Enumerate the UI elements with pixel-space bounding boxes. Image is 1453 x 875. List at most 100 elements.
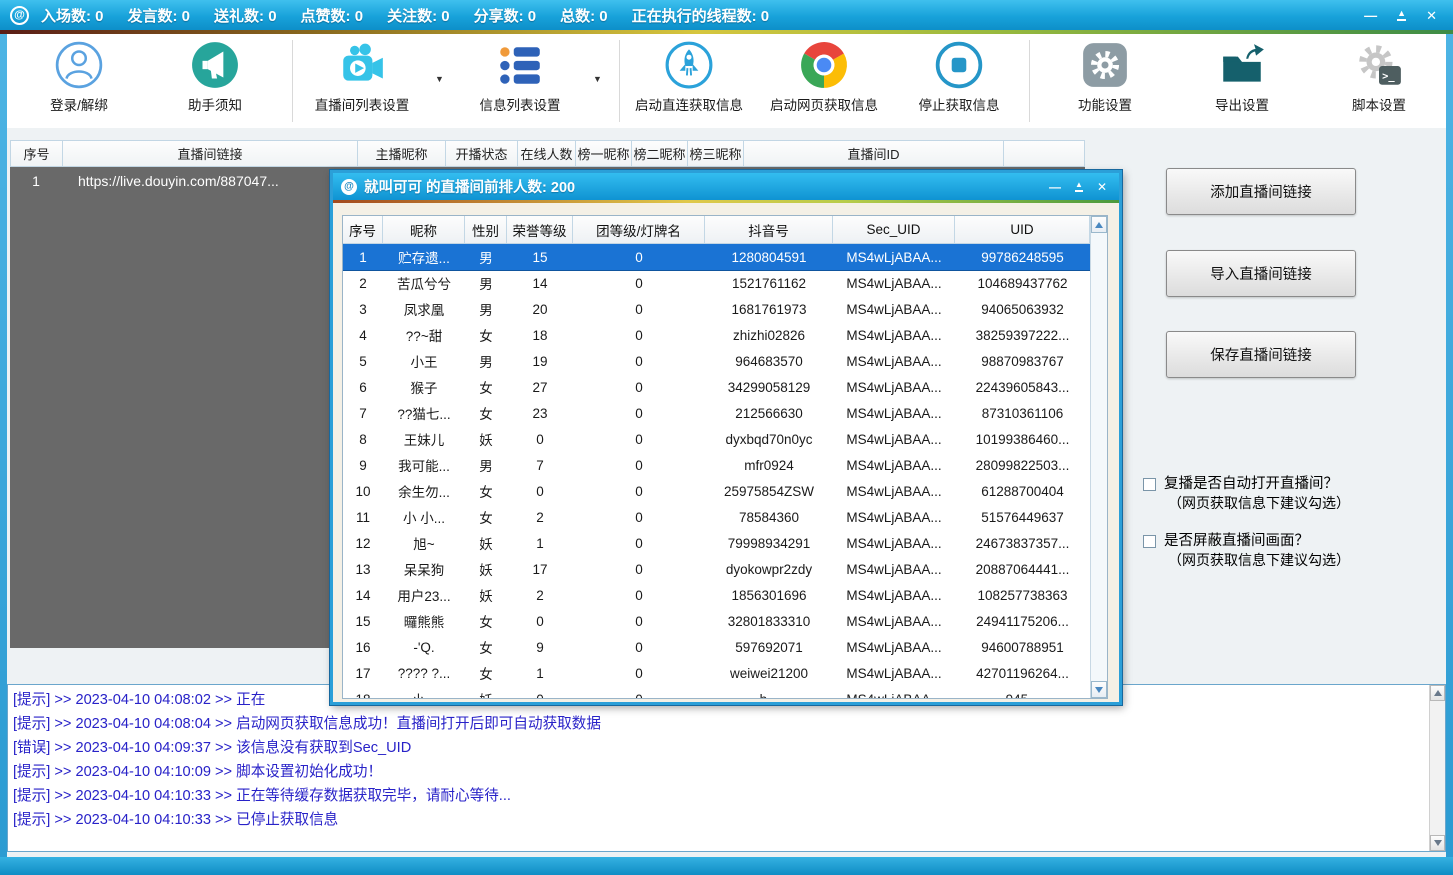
viewer-table-row[interactable]: 10余生勿...女0025975854ZSWMS4wLjABAA...61288… — [343, 478, 1090, 504]
viewer-table: 序号昵称性别荣誉等级团等级/灯牌名抖音号Sec_UIDUID 1贮存遗...男1… — [342, 215, 1108, 699]
viewer-scroll-up-icon[interactable] — [1091, 216, 1107, 233]
minimize-button[interactable]: — — [1364, 9, 1377, 22]
cell: 3 — [343, 296, 383, 322]
dropdown-arrow-icon[interactable]: ▼ — [435, 74, 444, 84]
cell: 23 — [507, 400, 573, 426]
cell: 94600788951 — [955, 634, 1090, 660]
cell: 0 — [573, 556, 705, 582]
viewer-table-scrollbar[interactable] — [1090, 216, 1107, 698]
hide-room-screen-note: （网页获取信息下建议勾选） — [1168, 551, 1443, 570]
column-header[interactable]: Sec_UID — [833, 216, 955, 243]
cell: 212566630 — [705, 400, 833, 426]
toolbar-item-script[interactable]: >_脚本设置 — [1319, 38, 1439, 114]
toolbar-item-notice[interactable]: 助手须知 — [155, 38, 275, 114]
viewer-table-row[interactable]: 13呆呆狗妖170dyokowpr2zdyMS4wLjABAA...208870… — [343, 556, 1090, 582]
cell: MS4wLjABAA... — [833, 296, 955, 322]
viewer-table-row[interactable]: 4??~甜女180zhizhi02826MS4wLjABAA...3825939… — [343, 322, 1090, 348]
toolbar-item-info-list[interactable]: 信息列表设置 — [460, 38, 580, 114]
cell: 0 — [573, 608, 705, 634]
toolbar-item-stop[interactable]: 停止获取信息 — [899, 38, 1019, 114]
cell: 78584360 — [705, 504, 833, 530]
cell: 0 — [507, 426, 573, 452]
hide-room-screen-checkbox-group[interactable]: 是否屏蔽直播间画面？ （网页获取信息下建议勾选） — [1143, 532, 1443, 570]
column-header[interactable]: 性别 — [465, 216, 507, 243]
viewer-table-header: 序号昵称性别荣誉等级团等级/灯牌名抖音号Sec_UIDUID — [343, 216, 1107, 244]
column-header[interactable]: 主播昵称 — [358, 141, 446, 166]
cell: 4 — [343, 322, 383, 348]
column-header[interactable]: 直播间链接 — [63, 141, 358, 166]
column-header[interactable]: 开播状态 — [446, 141, 518, 166]
viewer-table-row[interactable]: 16-'Q.女90597692071MS4wLjABAA...946007889… — [343, 634, 1090, 660]
hide-room-screen-checkbox[interactable] — [1143, 535, 1156, 548]
cell: 14 — [507, 270, 573, 296]
viewer-table-row[interactable]: 12旭~妖1079998934291MS4wLjABAA...246738373… — [343, 530, 1090, 556]
cell: 108257738363 — [955, 582, 1090, 608]
viewer-table-row[interactable]: 1贮存遗...男1501280804591MS4wLjABAA...997862… — [343, 244, 1090, 270]
viewer-scroll-down-icon[interactable] — [1091, 681, 1107, 698]
column-header[interactable]: 抖音号 — [705, 216, 833, 243]
close-button[interactable]: ✕ — [1426, 9, 1437, 22]
viewer-table-row[interactable]: 15曪熊熊女0032801833310MS4wLjABAA...24941175… — [343, 608, 1090, 634]
log-scrollbar[interactable] — [1429, 685, 1445, 851]
toolbar-item-label: 停止获取信息 — [899, 94, 1019, 114]
cell: 38259397222... — [955, 322, 1090, 348]
titlebar-stat: 总数: 0 — [560, 5, 608, 26]
column-header[interactable]: 榜三昵称 — [688, 141, 744, 166]
log-scroll-up-icon[interactable] — [1430, 685, 1445, 701]
log-line: [提示] >> 2023-04-10 04:10:33 >> 已停止获取信息 — [8, 808, 1445, 832]
import-room-link-button[interactable]: 导入直播间链接 — [1166, 250, 1356, 297]
add-room-link-button[interactable]: 添加直播间链接 — [1166, 168, 1356, 215]
column-header[interactable]: 榜二昵称 — [632, 141, 688, 166]
toolbar-item-start-web[interactable]: 启动网页获取信息 — [764, 38, 884, 114]
column-header[interactable]: 荣誉等级 — [507, 216, 573, 243]
column-header[interactable]: 序号 — [11, 141, 63, 166]
viewer-table-row[interactable]: 9我可能...男70mfr0924MS4wLjABAA...2809982250… — [343, 452, 1090, 478]
viewer-table-row[interactable]: 17???? ?...女10weiwei21200MS4wLjABAA...42… — [343, 660, 1090, 686]
viewer-table-row[interactable]: 3凤求凰男2001681761973MS4wLjABAA...940650639… — [343, 296, 1090, 322]
cell: 0 — [573, 634, 705, 660]
cell: 2 — [507, 504, 573, 530]
column-header[interactable]: 榜一昵称 — [576, 141, 632, 166]
viewer-table-row[interactable]: 18小...妖00b...MS4wLjABAA...945... — [343, 686, 1090, 698]
column-header[interactable]: 在线人数 — [518, 141, 576, 166]
dialog-minimize-button[interactable]: — — [1049, 181, 1061, 193]
toolbar-item-start-direct[interactable]: 启动直连获取信息 — [629, 38, 749, 114]
svg-text:>_: >_ — [1382, 71, 1395, 83]
column-header[interactable]: 直播间ID — [744, 141, 1004, 166]
viewer-table-row[interactable]: 8王妹儿妖00dyxbqd70n0ycMS4wLjABAA...10199386… — [343, 426, 1090, 452]
viewer-table-row[interactable]: 5小王男190964683570MS4wLjABAA...98870983767 — [343, 348, 1090, 374]
viewer-table-row[interactable]: 7??猫七...女230212566630MS4wLjABAA...873103… — [343, 400, 1090, 426]
auto-open-room-checkbox-group[interactable]: 复播是否自动打开直播间？ （网页获取信息下建议勾选） — [1143, 475, 1443, 513]
cell: 1280804591 — [705, 244, 833, 270]
toolbar-item-room-list[interactable]: 直播间列表设置 — [302, 38, 422, 114]
auto-open-room-checkbox[interactable] — [1143, 478, 1156, 491]
toolbar-item-login[interactable]: 登录/解绑 — [19, 38, 139, 114]
toolbar-item-export[interactable]: 导出设置 — [1182, 38, 1302, 114]
maximize-button[interactable]: ▲ — [1397, 9, 1406, 21]
viewer-table-rows: 1贮存遗...男1501280804591MS4wLjABAA...997862… — [343, 244, 1090, 698]
column-header[interactable]: 昵称 — [383, 216, 465, 243]
cell: 17 — [343, 660, 383, 686]
column-header[interactable]: 团等级/灯牌名 — [573, 216, 705, 243]
cell: 9 — [507, 634, 573, 660]
megaphone-icon — [190, 40, 240, 90]
cell: 女 — [465, 374, 507, 400]
log-scroll-down-icon[interactable] — [1430, 835, 1445, 851]
dialog-close-button[interactable]: ✕ — [1097, 181, 1107, 193]
viewer-table-row[interactable]: 6猴子女27034299058129MS4wLjABAA...224396058… — [343, 374, 1090, 400]
dialog-maximize-button[interactable]: ▲ — [1075, 181, 1083, 192]
column-header[interactable]: UID — [955, 216, 1090, 243]
cell: MS4wLjABAA... — [833, 582, 955, 608]
toolbar-item-function[interactable]: 功能设置 — [1045, 38, 1165, 114]
viewer-table-row[interactable]: 11小 小...女2078584360MS4wLjABAA...51576449… — [343, 504, 1090, 530]
save-room-link-button[interactable]: 保存直播间链接 — [1166, 331, 1356, 378]
viewer-table-row[interactable]: 2苦瓜兮兮男1401521761162MS4wLjABAA...10468943… — [343, 270, 1090, 296]
column-header[interactable]: 序号 — [343, 216, 383, 243]
cell: 女 — [465, 322, 507, 348]
cell: ??猫七... — [383, 400, 465, 426]
column-header[interactable] — [1004, 141, 1084, 166]
dropdown-arrow-icon[interactable]: ▼ — [593, 74, 602, 84]
cell: 0 — [507, 478, 573, 504]
viewer-table-row[interactable]: 14用户23...妖201856301696MS4wLjABAA...10825… — [343, 582, 1090, 608]
cell: 6 — [343, 374, 383, 400]
